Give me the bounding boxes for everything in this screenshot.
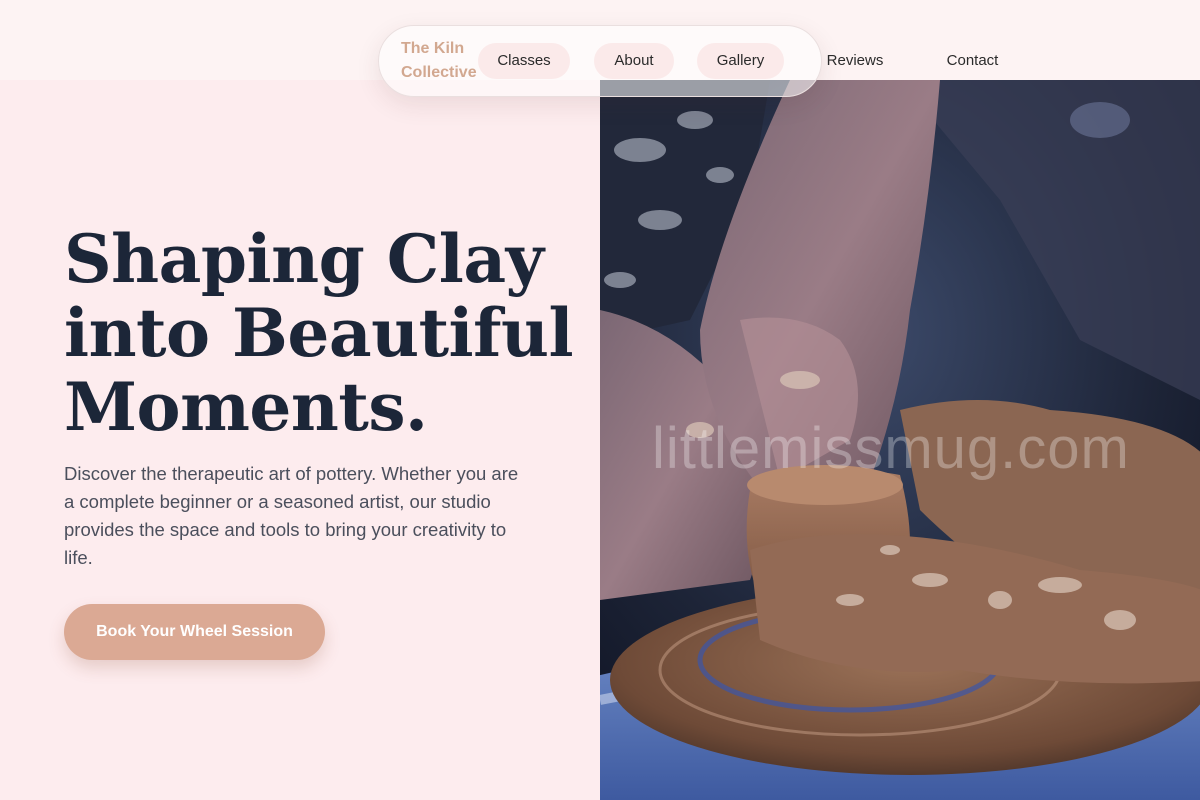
headline-line-3: Moments. — [64, 368, 428, 446]
nav-link-contact[interactable]: Contact — [926, 43, 1019, 79]
nav-link-classes[interactable]: Classes — [478, 43, 570, 79]
hero-description: Discover the therapeutic art of pottery.… — [64, 463, 519, 568]
nav-link-gallery[interactable]: Gallery — [697, 43, 784, 79]
headline-line-1: Shaping Clay — [64, 220, 544, 298]
watermark-text: littlemissmug.com — [652, 416, 1130, 481]
book-wheel-session-button[interactable]: Book Your Wheel Session — [64, 604, 325, 660]
hero-headline: Shaping Clay into Beautiful Moments. — [64, 222, 584, 444]
nav-link-reviews[interactable]: Reviews — [808, 43, 902, 79]
nav-link-about[interactable]: About — [594, 43, 674, 79]
headline-line-2: into Beautiful — [64, 294, 574, 372]
